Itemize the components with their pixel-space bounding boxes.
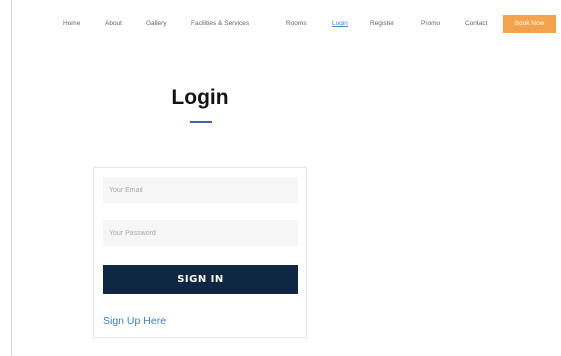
top-navbar: Home About Gallery Facilities & Services… [0, 11, 561, 37]
sign-in-button[interactable]: SIGN IN [103, 265, 298, 294]
nav-item-login[interactable]: Login [332, 20, 348, 28]
email-field[interactable] [103, 177, 298, 203]
nav-item-about[interactable]: About [105, 20, 122, 28]
title-underline [190, 121, 212, 123]
nav-item-contact[interactable]: Contact [465, 20, 487, 28]
nav-item-facilities-services[interactable]: Facilities & Services [191, 20, 249, 28]
page-left-border [11, 0, 12, 356]
nav-item-rooms[interactable]: Rooms [286, 20, 307, 28]
password-field[interactable] [103, 220, 298, 246]
sign-up-link[interactable]: Sign Up Here [103, 315, 166, 328]
nav-item-gallery[interactable]: Gallery [146, 20, 167, 28]
page-title: Login [171, 86, 229, 109]
nav-item-register[interactable]: Register [370, 20, 394, 28]
nav-item-home[interactable]: Home [63, 20, 80, 28]
book-now-button[interactable]: Book Now [503, 15, 556, 33]
nav-item-promo[interactable]: Promo [421, 20, 440, 28]
